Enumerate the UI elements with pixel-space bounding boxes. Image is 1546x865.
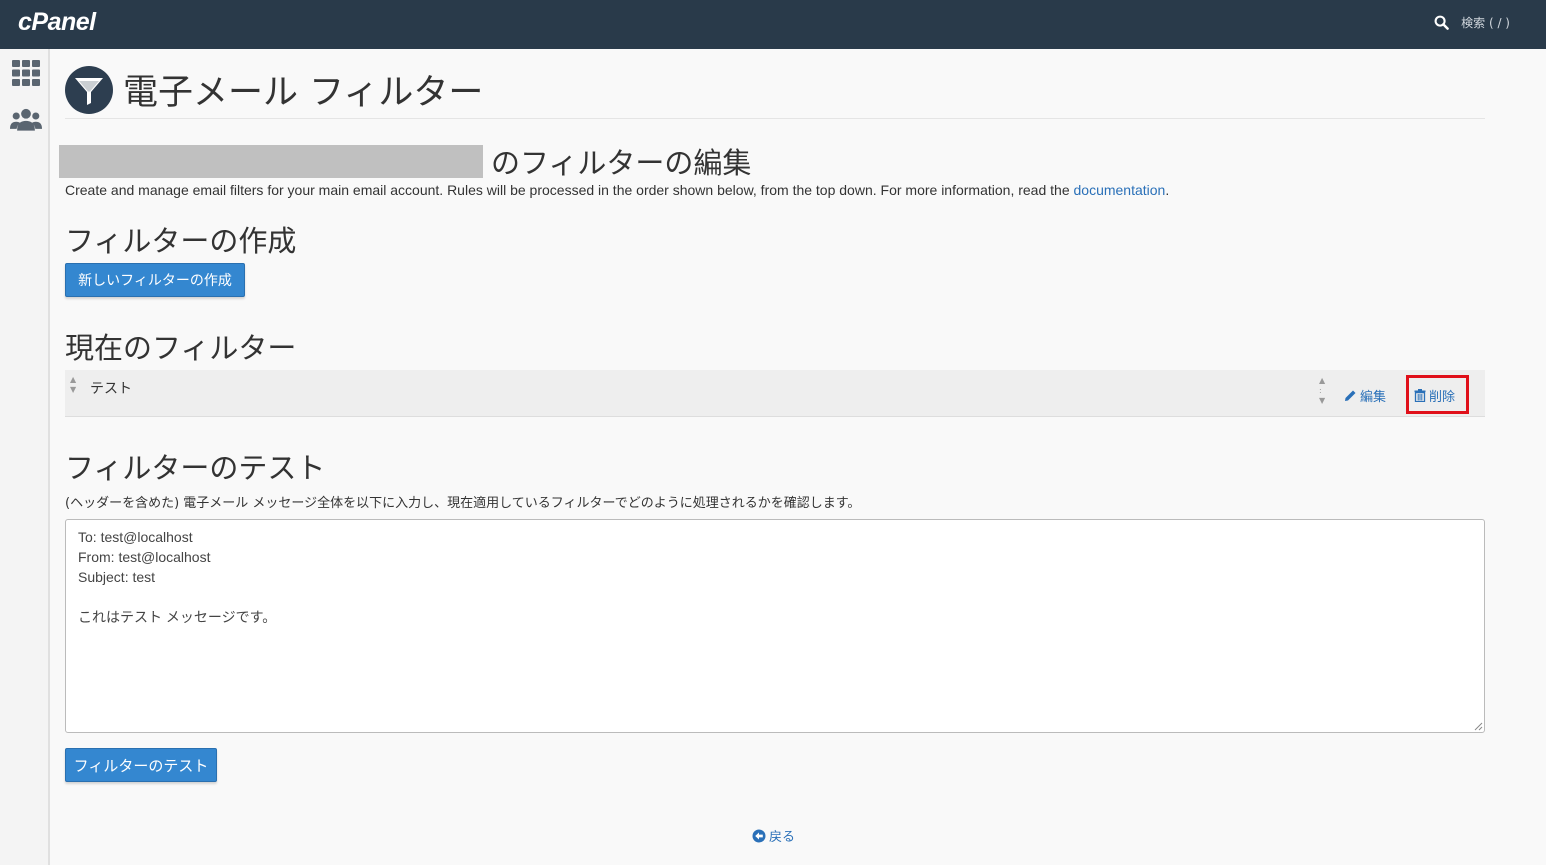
sidebar-item-users[interactable] — [10, 104, 42, 136]
test-filter-description: (ヘッダーを含めた) 電子メール メッセージ全体を以下に入力し、現在適用している… — [65, 496, 861, 511]
back-link[interactable]: 戻る — [752, 826, 795, 845]
sort-handle-icon[interactable]: ▲ ▼ — [70, 375, 76, 395]
delete-highlight-box — [1406, 375, 1469, 414]
page-title: 電子メール フィルター — [123, 73, 484, 113]
filter-name: テスト — [90, 381, 132, 397]
resize-grip-icon[interactable] — [1474, 722, 1483, 731]
search-box[interactable]: 検索 ( / ) — [1434, 14, 1510, 31]
circle-arrow-left-icon — [752, 829, 766, 842]
create-filter-heading: フィルターの作成 — [65, 224, 297, 258]
sidebar — [0, 49, 50, 865]
test-filter-button[interactable]: フィルターのテスト — [65, 748, 217, 782]
sidebar-item-home[interactable] — [10, 57, 42, 89]
cpanel-logo[interactable]: cPanel — [18, 8, 96, 37]
top-bar: cPanel 検索 ( / ) — [0, 0, 1546, 49]
search-icon — [1434, 15, 1449, 30]
test-message-textarea[interactable]: To: test@localhost From: test@localhost … — [65, 519, 1485, 733]
main-content: 電子メール フィルター のフィルターの編集 Create and manage … — [50, 49, 1546, 865]
grid-icon — [12, 60, 40, 86]
account-title: のフィルターの編集 — [491, 146, 752, 180]
search-label: 検索 ( / ) — [1461, 16, 1510, 30]
users-icon — [10, 108, 42, 131]
pencil-icon — [1345, 390, 1356, 401]
current-filters-heading: 現在のフィルター — [65, 331, 297, 365]
account-heading: のフィルターの編集 — [59, 140, 751, 182]
create-new-filter-button[interactable]: 新しいフィルターの作成 — [65, 263, 245, 297]
funnel-icon — [65, 65, 113, 114]
edit-filter-link[interactable]: 編集 — [1344, 386, 1386, 405]
table-row[interactable]: ▲ ▼ テスト ▲: ▼ 編集 削除 — [65, 370, 1485, 417]
sort-handle-icon[interactable]: ▲: ▼ — [1319, 376, 1325, 406]
documentation-link[interactable]: documentation — [1074, 182, 1166, 198]
test-filter-heading: フィルターのテスト — [65, 451, 326, 485]
page-description: Create and manage email filters for your… — [65, 182, 1170, 198]
page-header: 電子メール フィルター — [65, 61, 1485, 119]
redacted-account-name — [59, 144, 483, 178]
